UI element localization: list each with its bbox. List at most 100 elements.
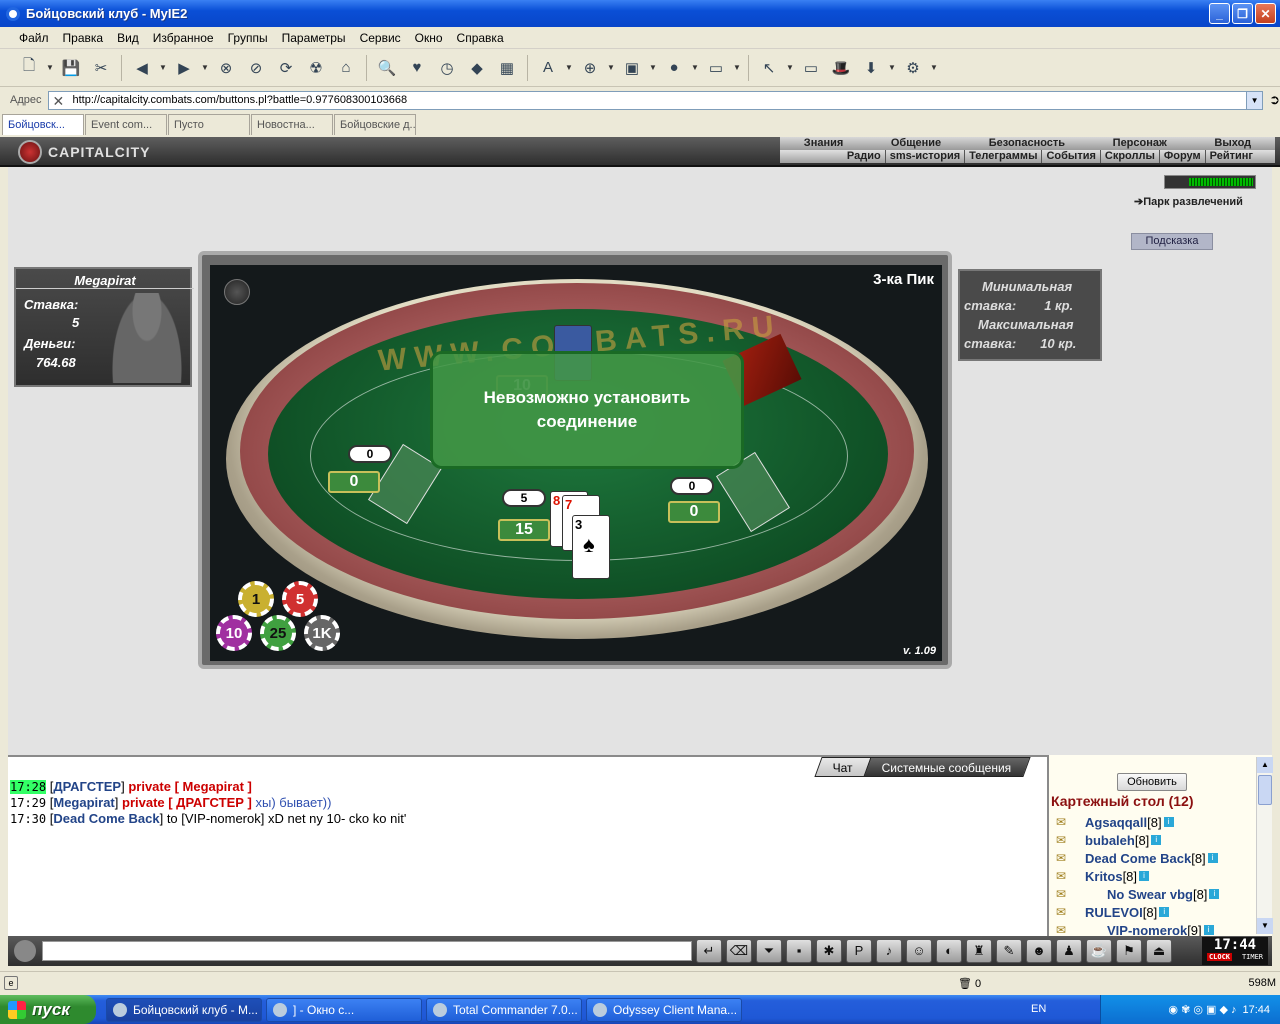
tab-empty[interactable]: Пусто	[168, 114, 250, 135]
dropdown-arrow-icon[interactable]: ▼	[201, 63, 209, 72]
dropdown-arrow-icon[interactable]: ▼	[46, 63, 54, 72]
inventory-icon[interactable]: ♜	[966, 939, 992, 963]
menu-options[interactable]: Параметры	[275, 31, 353, 45]
info-icon[interactable]: i	[1203, 925, 1214, 935]
nav-scrolls[interactable]: Скроллы	[1099, 150, 1159, 163]
private-icon[interactable]: ✉	[1051, 851, 1071, 865]
dropdown-arrow-icon[interactable]: ▼	[691, 63, 699, 72]
menu-file[interactable]: Файл	[12, 31, 56, 45]
user-row[interactable]: ✉ Kritos [8] i	[1051, 867, 1256, 885]
chip-5[interactable]: 5	[282, 581, 318, 617]
menu-tools[interactable]: Сервис	[353, 31, 408, 45]
dropdown-arrow-icon[interactable]: ▼	[733, 63, 741, 72]
dropdown-arrow-icon[interactable]: ▼	[159, 63, 167, 72]
user-name[interactable]: No Swear vbg	[1107, 887, 1193, 902]
private-icon[interactable]: ✉	[1051, 815, 1071, 829]
smiley-icon[interactable]: ☺	[906, 939, 932, 963]
nav-rating[interactable]: Рейтинг	[1204, 150, 1257, 163]
user-row[interactable]: ✉ Agsaqqall [8] i	[1051, 813, 1256, 831]
info-icon[interactable]: i	[1163, 817, 1174, 827]
maximize-button[interactable]: ❐	[1232, 3, 1253, 24]
user-name[interactable]: Dead Come Back	[1085, 851, 1191, 866]
save-icon[interactable]: 💾	[58, 55, 84, 81]
chip-1k[interactable]: 1K	[304, 615, 340, 651]
nav-security[interactable]: Безопасность	[989, 137, 1065, 150]
menu-favorites[interactable]: Избранное	[146, 31, 221, 45]
new-page-icon[interactable]: 🗋	[16, 55, 42, 81]
face-icon[interactable]: ☻	[1026, 939, 1052, 963]
tab-chat[interactable]: Чат	[813, 757, 872, 777]
nav-exit[interactable]: Выход	[1214, 137, 1251, 150]
nav-forum[interactable]: Форум	[1158, 150, 1205, 163]
map-icon[interactable]: ✎	[996, 939, 1022, 963]
nav-knowledge[interactable]: Знания	[804, 137, 843, 150]
favorites-icon[interactable]: ♥	[404, 55, 430, 81]
encoding-icon[interactable]: ⊕	[577, 55, 603, 81]
hint-button[interactable]: Подсказка	[1131, 233, 1213, 250]
go-icon[interactable]: ➲	[1269, 92, 1280, 108]
connection-error-dialog[interactable]: Невозможно установить соединение	[430, 351, 744, 469]
tray-icons[interactable]: ◉ ✾ ◎ ▣ ◆ ♪	[1168, 1003, 1236, 1016]
language-indicator[interactable]: EN	[1031, 1003, 1046, 1015]
amusement-park-link[interactable]: ➔Парк развлечений	[1134, 195, 1243, 208]
message-private[interactable]: private [ ДРАГСТЕР ]	[122, 795, 252, 810]
dropdown-arrow-icon[interactable]: ▼	[888, 63, 896, 72]
image-icon[interactable]: ▣	[619, 55, 645, 81]
fight-icon[interactable]: ✱	[816, 939, 842, 963]
dropdown-arrow-icon[interactable]: ▼	[607, 63, 615, 72]
font-icon[interactable]: A	[535, 55, 561, 81]
tab-fight-days[interactable]: Бойцовские д...	[334, 114, 416, 135]
user-row[interactable]: ✉ RULEVOI [8] i	[1051, 903, 1256, 921]
close-button[interactable]: ✕	[1255, 3, 1276, 24]
tab-system-messages[interactable]: Системные сообщения	[863, 757, 1031, 777]
nav-telegrams[interactable]: Телеграммы	[964, 150, 1041, 163]
menu-help[interactable]: Справка	[450, 31, 511, 45]
flag-icon[interactable]: ⚑	[1116, 939, 1142, 963]
cup-icon[interactable]: ☕	[1086, 939, 1112, 963]
message-author[interactable]: ДРАГСТЕР	[53, 779, 121, 794]
menu-window[interactable]: Окно	[408, 31, 450, 45]
private-icon[interactable]: ✉	[1051, 833, 1071, 847]
exit-icon[interactable]: ⏏	[1146, 939, 1172, 963]
refresh-icon[interactable]: ⟳	[273, 55, 299, 81]
nav-radio[interactable]: Радио	[843, 150, 885, 163]
chat-input[interactable]	[42, 941, 692, 961]
menu-groups[interactable]: Группы	[221, 31, 275, 45]
screen-icon[interactable]: ▭	[703, 55, 729, 81]
nav-communication[interactable]: Общение	[891, 137, 941, 150]
user-name[interactable]: Agsaqqall	[1085, 815, 1147, 830]
user-name[interactable]: Kritos	[1085, 869, 1123, 884]
private-icon[interactable]: ✉	[1051, 923, 1071, 937]
private-icon[interactable]: P	[846, 939, 872, 963]
dropdown-arrow-icon[interactable]: ▼	[649, 63, 657, 72]
plugin-icon[interactable]: ⚙	[900, 55, 926, 81]
tab-event[interactable]: Event com...	[85, 114, 167, 135]
download-icon[interactable]: ⬇	[858, 55, 884, 81]
address-dropdown-icon[interactable]: ▼	[1246, 91, 1263, 109]
task-myie2[interactable]: Бойцовский клуб - M...	[106, 998, 262, 1022]
collector-icon[interactable]: ▦	[494, 55, 520, 81]
magic-hat-icon[interactable]: 🎩	[828, 55, 854, 81]
chip-1[interactable]: 1	[238, 581, 274, 617]
scroll-up-icon[interactable]: ▲	[1257, 757, 1273, 773]
refresh-button[interactable]: Обновить	[1117, 773, 1187, 791]
tab-fight-club[interactable]: Бойцовск...	[2, 114, 84, 135]
user-row[interactable]: ✉ bubaleh [8] i	[1051, 831, 1256, 849]
history-icon[interactable]: ◷	[434, 55, 460, 81]
nav-character[interactable]: Персонаж	[1113, 137, 1167, 150]
nav-sms-history[interactable]: sms-история	[884, 150, 964, 163]
message-author[interactable]: Dead Come Back	[53, 811, 159, 826]
people-icon[interactable]: ♟	[1056, 939, 1082, 963]
stop-icon[interactable]: ⊘	[243, 55, 269, 81]
groups-icon[interactable]: ◆	[464, 55, 490, 81]
user-row[interactable]: ✉ No Swear vbg [8] i	[1051, 885, 1256, 903]
dropdown-arrow-icon[interactable]: ▼	[930, 63, 938, 72]
save-log-icon[interactable]: ▪	[786, 939, 812, 963]
tray-clock[interactable]: 17:44	[1242, 1004, 1270, 1016]
menu-edit[interactable]: Правка	[56, 31, 111, 45]
task-chat-window[interactable]: ] - Окно с...	[266, 998, 422, 1022]
minimize-button[interactable]: _	[1209, 3, 1230, 24]
user-row[interactable]: ✉ Dead Come Back [8] i	[1051, 849, 1256, 867]
private-icon[interactable]: ✉	[1051, 887, 1071, 901]
info-icon[interactable]: i	[1207, 853, 1218, 863]
